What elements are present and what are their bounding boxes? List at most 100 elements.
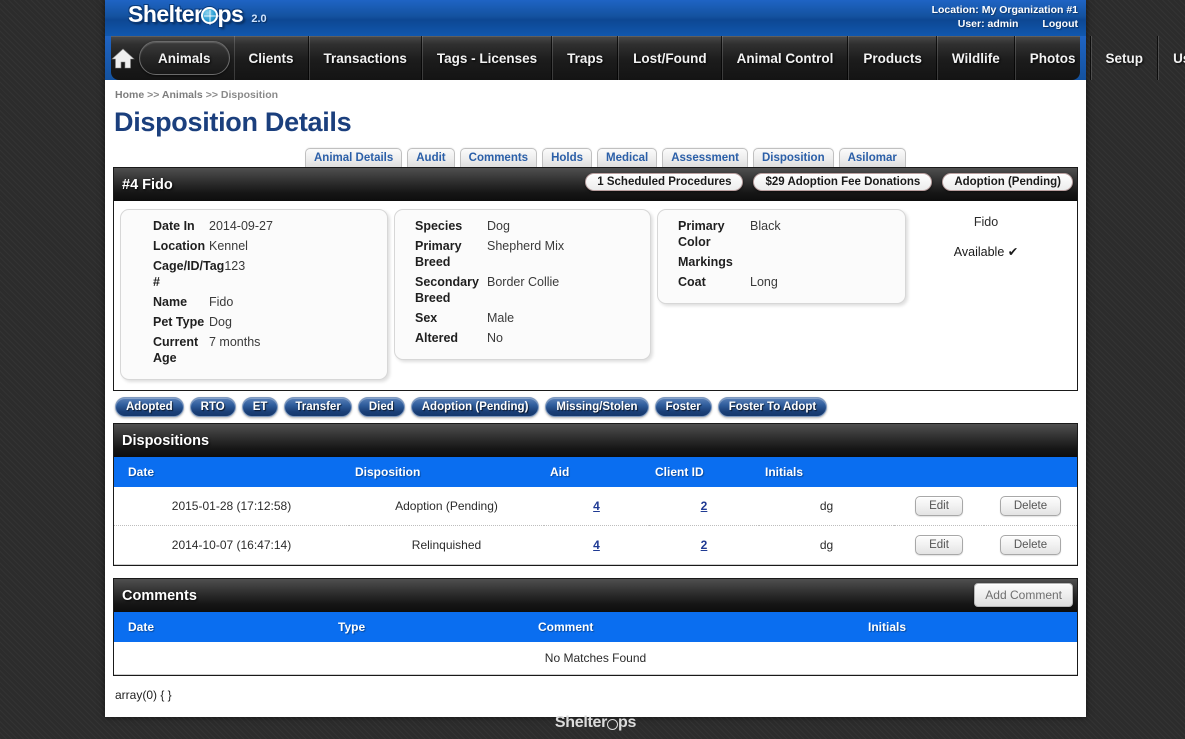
chip-missing-stolen[interactable]: Missing/Stolen [545,397,648,417]
field-label: Secondary Breed [405,274,487,306]
nav-item-products[interactable]: Products [848,36,937,80]
nav-label: Animals [158,51,211,66]
sub-tabs: Animal Details Audit Comments Holds Medi… [305,148,1086,167]
cell-aid: 4 [544,526,649,565]
col-date[interactable]: Date [114,612,332,642]
comments-title: Comments [122,588,197,604]
col-disposition[interactable]: Disposition [349,457,544,487]
breadcrumb-current: Disposition [221,89,278,101]
chip-foster[interactable]: Foster [655,397,712,417]
field-sex: SexMale [405,310,640,326]
nav-label: Traps [567,51,603,66]
col-initials[interactable]: Initials [759,457,894,487]
top-right-info: Location: My Organization #1 User: admin… [932,3,1078,31]
field-label: Coat [668,274,750,290]
edit-button[interactable]: Edit [915,496,963,516]
nav-item-setup[interactable]: Setup [1091,36,1159,80]
dispositions-table: Date Disposition Aid Client ID Initials … [114,457,1077,565]
nav-item-traps[interactable]: Traps [552,36,618,80]
dispositions-header: Dispositions [114,424,1077,457]
field-label: Cage/ID/Tag # [131,258,224,290]
nav-label: Photos [1030,51,1076,66]
chip-transfer[interactable]: Transfer [284,397,351,417]
tab-medical[interactable]: Medical [597,148,657,167]
field-value: Long [750,274,778,290]
footer-logo-text-shelter: Shelter [555,714,607,732]
field-value: Kennel [209,238,248,254]
add-comment-button[interactable]: Add Comment [974,583,1073,607]
nav-item-clients[interactable]: Clients [234,36,309,80]
field-value: Dog [209,314,232,330]
page-title: Disposition Details [114,107,1086,138]
chip-rto[interactable]: RTO [190,397,236,417]
tab-asilomar[interactable]: Asilomar [839,148,906,167]
nav-item-tags-licenses[interactable]: Tags - Licenses [422,36,552,80]
nav-label: Clients [249,51,294,66]
chip-died[interactable]: Died [358,397,405,417]
logout-link[interactable]: Logout [1042,17,1078,31]
breadcrumb-home[interactable]: Home [115,89,144,101]
col-aid[interactable]: Aid [544,457,649,487]
home-icon [111,48,135,69]
user-label: User: admin [958,17,1019,31]
field-primary-breed: Primary BreedShepherd Mix [405,238,640,270]
nav-label: Users [1173,51,1185,66]
tab-animal-details[interactable]: Animal Details [305,148,402,167]
delete-button[interactable]: Delete [1000,535,1061,555]
col-type[interactable]: Type [332,612,532,642]
table-header-row: Date Type Comment Initials [114,612,1077,642]
nav-label: Animal Control [737,51,834,66]
app-logo[interactable]: Shelter ps 2.0 [128,1,267,27]
delete-button[interactable]: Delete [1000,496,1061,516]
field-value: 2014-09-27 [209,218,273,234]
tab-audit[interactable]: Audit [407,148,454,167]
nav-item-lost-found[interactable]: Lost/Found [618,36,721,80]
comments-table-body: No Matches Found [114,642,1077,675]
nav-item-users[interactable]: Users [1158,36,1185,80]
aid-link[interactable]: 4 [593,538,600,552]
nav-item-wildlife[interactable]: Wildlife [937,36,1015,80]
cell-date: 2015-01-28 (17:12:58) [114,487,349,526]
app-window: Shelter ps 2.0 Location: My Organization… [105,0,1086,717]
breadcrumb-animals[interactable]: Animals [162,89,203,101]
dispositions-section: Dispositions Date Disposition Aid Client… [113,423,1078,566]
nav-item-transactions[interactable]: Transactions [309,36,422,80]
dispositions-table-body: 2015-01-28 (17:12:58) Adoption (Pending)… [114,487,1077,565]
nav-item-photos[interactable]: Photos [1015,36,1091,80]
chip-adopted[interactable]: Adopted [115,397,184,417]
badge-scheduled-procedures[interactable]: 1 Scheduled Procedures [585,173,743,191]
col-client-id[interactable]: Client ID [649,457,759,487]
edit-button[interactable]: Edit [915,535,963,555]
empty-row: No Matches Found [114,642,1077,675]
tab-comments[interactable]: Comments [460,148,537,167]
table-header-row: Date Disposition Aid Client ID Initials [114,457,1077,487]
tab-disposition[interactable]: Disposition [753,148,834,167]
breadcrumb-sep: >> [206,89,218,101]
nav-item-animal-control[interactable]: Animal Control [722,36,849,80]
col-initials[interactable]: Initials [862,612,1077,642]
cell-client-id: 2 [649,487,759,526]
chip-foster-to-adopt[interactable]: Foster To Adopt [718,397,828,417]
field-primary-color: Primary ColorBlack [668,218,895,250]
col-comment[interactable]: Comment [532,612,862,642]
nav-item-animals[interactable]: Animals [139,41,230,75]
comments-table: Date Type Comment Initials No Matches Fo… [114,612,1077,675]
home-button[interactable] [111,48,135,69]
field-value: Black [750,218,781,250]
chip-adoption-pending[interactable]: Adoption (Pending) [411,397,540,417]
col-date[interactable]: Date [114,457,349,487]
nav-label: Lost/Found [633,51,706,66]
badge-adoption-fee-donations[interactable]: $29 Adoption Fee Donations [753,173,932,191]
chip-et[interactable]: ET [242,397,279,417]
badge-adoption-pending[interactable]: Adoption (Pending) [942,173,1073,191]
tab-assessment[interactable]: Assessment [662,148,748,167]
client-id-link[interactable]: 2 [701,499,708,513]
globe-icon [607,719,618,730]
tab-holds[interactable]: Holds [542,148,592,167]
field-value: Fido [209,294,233,310]
aid-link[interactable]: 4 [593,499,600,513]
client-id-link[interactable]: 2 [701,538,708,552]
field-value: Shepherd Mix [487,238,564,270]
col-delete [984,457,1077,487]
field-label: Pet Type [131,314,209,330]
